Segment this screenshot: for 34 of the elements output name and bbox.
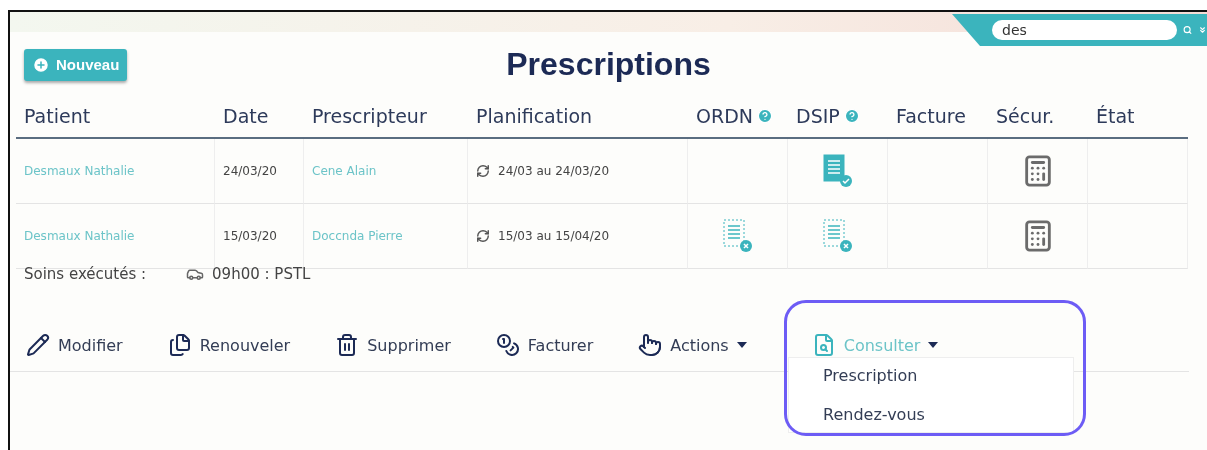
menu-item[interactable]: Prescription xyxy=(789,366,1073,385)
repeat-icon xyxy=(476,164,490,178)
help-icon[interactable] xyxy=(757,108,773,124)
column-header: Date xyxy=(215,95,304,139)
toolbar-button[interactable]: Facturer xyxy=(495,333,594,357)
care-entry: 09h00 : PSTL xyxy=(212,265,311,283)
column-header: Sécur. xyxy=(988,95,1088,139)
help-icon[interactable] xyxy=(843,108,860,124)
documents-icon xyxy=(167,333,192,357)
column-header: DSIP xyxy=(788,95,888,139)
toolbar-button[interactable]: Actions xyxy=(638,333,747,357)
plus-icon xyxy=(32,55,50,74)
toolbar-button[interactable]: Renouveler xyxy=(167,333,291,357)
care-label: Soins exécutés : xyxy=(24,265,147,283)
column-header: Planification xyxy=(468,95,688,139)
toolbar-button[interactable]: Supprimer xyxy=(335,333,451,357)
planning-text: 24/03 au 24/03/20 xyxy=(498,164,610,178)
trash-icon xyxy=(335,333,360,357)
page-title: Prescriptions xyxy=(506,46,711,83)
column-header: État xyxy=(1088,95,1188,139)
pointer-hand-icon xyxy=(638,333,663,357)
column-header: Facture xyxy=(888,95,988,139)
coins-icon xyxy=(495,333,520,357)
menu-item[interactable]: Rendez-vous xyxy=(789,405,1073,424)
repeat-icon xyxy=(476,229,490,243)
pencil-icon xyxy=(26,333,50,357)
column-header: ORDN xyxy=(688,95,788,139)
search-field[interactable]: des xyxy=(992,20,1177,40)
date-text: 15/03/20 xyxy=(223,229,277,243)
planning-text: 15/03 au 15/04/20 xyxy=(498,229,610,243)
date-text: 24/03/20 xyxy=(223,164,277,178)
column-header: Prescripteur xyxy=(304,95,468,139)
toolbar-button[interactable]: Modifier xyxy=(26,333,123,357)
column-header: Patient xyxy=(16,95,215,139)
